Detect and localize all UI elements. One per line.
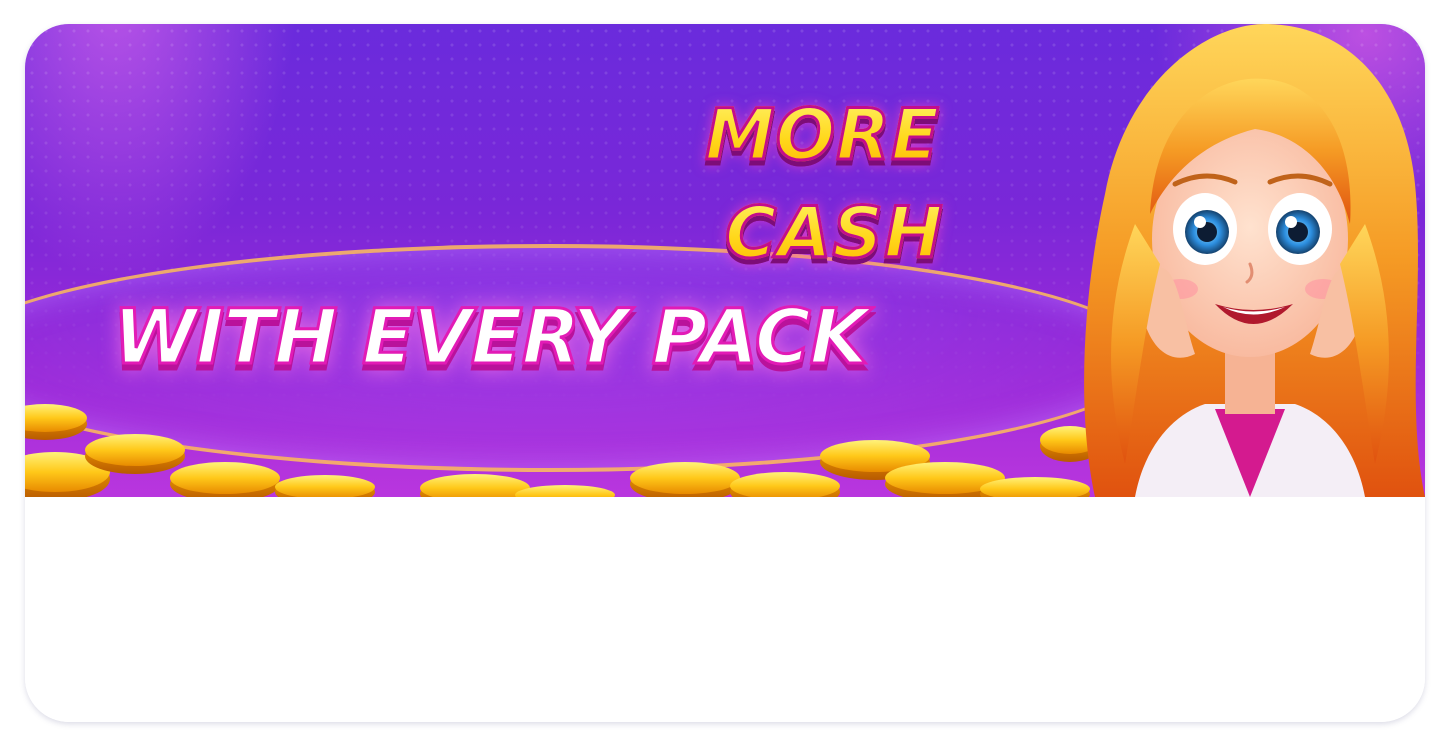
- cartoon-girl-icon: [1084, 24, 1425, 497]
- headline-more: MORE: [704, 93, 941, 178]
- coin-pile-middle: [420, 474, 615, 497]
- promo-card[interactable]: MORE CASH WITH EVERY PACK: [25, 24, 1425, 722]
- coin-pile-left: [25, 404, 375, 497]
- headline-cash: CASH: [724, 191, 945, 276]
- card-content-area: [25, 497, 1425, 722]
- coin-pile-right: [630, 426, 1100, 497]
- promo-banner[interactable]: MORE CASH WITH EVERY PACK: [25, 24, 1425, 497]
- tagline-text: WITH EVERY PACK: [112, 291, 871, 383]
